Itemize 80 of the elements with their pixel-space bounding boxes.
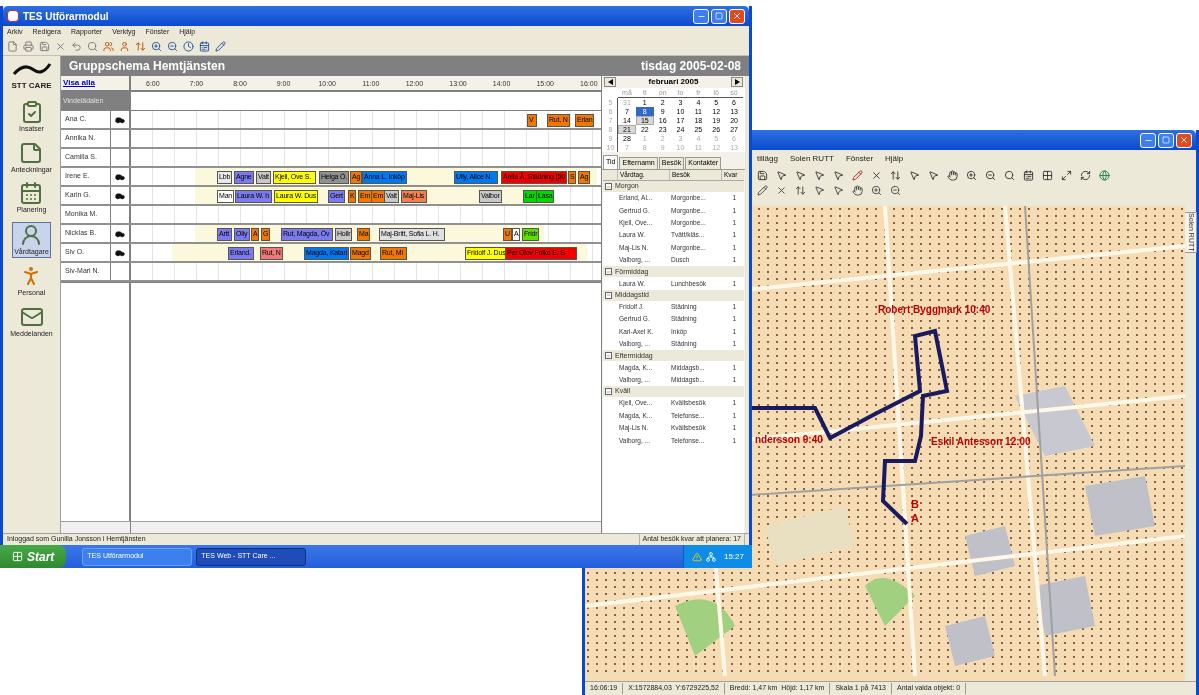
pencil-icon[interactable] [757, 185, 768, 196]
sort-icon[interactable] [135, 41, 146, 52]
note-icon [19, 140, 44, 165]
pointer-icon[interactable] [909, 170, 920, 181]
map-point-label: A [911, 511, 919, 526]
pencil-icon[interactable] [215, 41, 226, 52]
collapse-icon[interactable] [605, 183, 612, 190]
pointer-icon[interactable] [776, 170, 787, 181]
pointer-icon[interactable] [833, 170, 844, 181]
maximize-icon [1162, 136, 1170, 144]
horizontal-scrollbar[interactable] [61, 522, 131, 533]
grid-icon[interactable] [1042, 170, 1053, 181]
maximize-button[interactable] [711, 8, 727, 24]
refresh-icon[interactable] [1080, 170, 1091, 181]
collapse-icon[interactable] [605, 352, 612, 360]
search-icon[interactable] [1004, 170, 1015, 181]
map-point-label: B [911, 497, 919, 512]
map-stop-label: ndersson 9:40 [755, 433, 823, 447]
menu-item[interactable]: tillägg [757, 153, 778, 165]
close-button[interactable] [1176, 132, 1192, 148]
printer-icon[interactable] [23, 41, 34, 52]
next-month-button[interactable] [731, 77, 743, 87]
person-icon[interactable] [119, 41, 130, 52]
network-icon[interactable] [705, 551, 716, 562]
pointer-icon[interactable] [795, 170, 806, 181]
window-title: TES Utförarmodul [23, 9, 109, 24]
collapse-icon[interactable] [605, 291, 612, 299]
left-triangle-icon [607, 79, 613, 85]
header-title: Gruppschema Hemtjänsten [69, 58, 226, 75]
hand-icon[interactable] [947, 170, 958, 181]
header-date: tisdag 2005-02-08 [640, 58, 741, 75]
people-icon[interactable] [103, 41, 114, 52]
right-triangle-icon [734, 79, 740, 85]
menu-item[interactable]: Hjälp [885, 153, 904, 165]
close-icon [1179, 135, 1189, 145]
minimize-button[interactable] [693, 8, 709, 24]
calendar-icon [19, 181, 44, 205]
logo-text: STT CARE [11, 80, 52, 92]
close-button[interactable] [729, 8, 745, 24]
close-icon [732, 11, 742, 21]
globe-icon[interactable] [1099, 170, 1110, 181]
hand-icon[interactable] [852, 185, 863, 196]
zoom-in-icon[interactable] [151, 41, 162, 52]
save-icon[interactable] [757, 170, 768, 181]
new-file-icon[interactable] [7, 41, 18, 52]
zoom-out-icon[interactable] [167, 41, 178, 52]
maximize-icon [715, 12, 723, 20]
map-stop-label: Robert Byggmark 10:40 [878, 303, 991, 317]
delete-icon[interactable] [776, 185, 787, 196]
previous-month-button[interactable] [604, 77, 616, 87]
pointer-icon[interactable] [833, 185, 844, 196]
clock: 15:27 [723, 550, 744, 563]
minimize-button[interactable] [1140, 132, 1156, 148]
zoom-out-icon[interactable] [985, 170, 996, 181]
sort-icon[interactable] [890, 170, 901, 181]
expand-icon[interactable] [1061, 170, 1072, 181]
pointer-icon[interactable] [814, 170, 825, 181]
start-button[interactable]: Start [0, 545, 67, 568]
zoom-in-icon[interactable] [871, 185, 882, 196]
map-stop-label: Eskil Antesson 12:00 [931, 435, 1031, 449]
collapse-icon[interactable] [605, 268, 612, 276]
pointer-icon[interactable] [814, 185, 825, 196]
menu-item[interactable]: Fönster [845, 153, 874, 165]
maximize-button[interactable] [1158, 132, 1174, 148]
delete-icon[interactable] [871, 170, 882, 181]
app-icon [7, 10, 19, 22]
sort-icon[interactable] [795, 185, 806, 196]
zoom-in-icon[interactable] [966, 170, 977, 181]
undo-icon[interactable] [71, 41, 82, 52]
calendar-icon[interactable] [1023, 170, 1034, 181]
month-title: februari 2005 [648, 76, 699, 88]
zoom-out-icon[interactable] [890, 185, 901, 196]
calendar-icon[interactable] [199, 41, 210, 52]
menu-item[interactable]: Solen RUTT [789, 153, 834, 165]
collapse-icon[interactable] [605, 388, 612, 396]
clock-icon[interactable] [183, 41, 194, 52]
horizontal-scrollbar[interactable] [131, 522, 601, 533]
pencil-icon[interactable] [852, 170, 863, 181]
pointer-icon[interactable] [928, 170, 939, 181]
windows-logo-icon [12, 551, 23, 562]
